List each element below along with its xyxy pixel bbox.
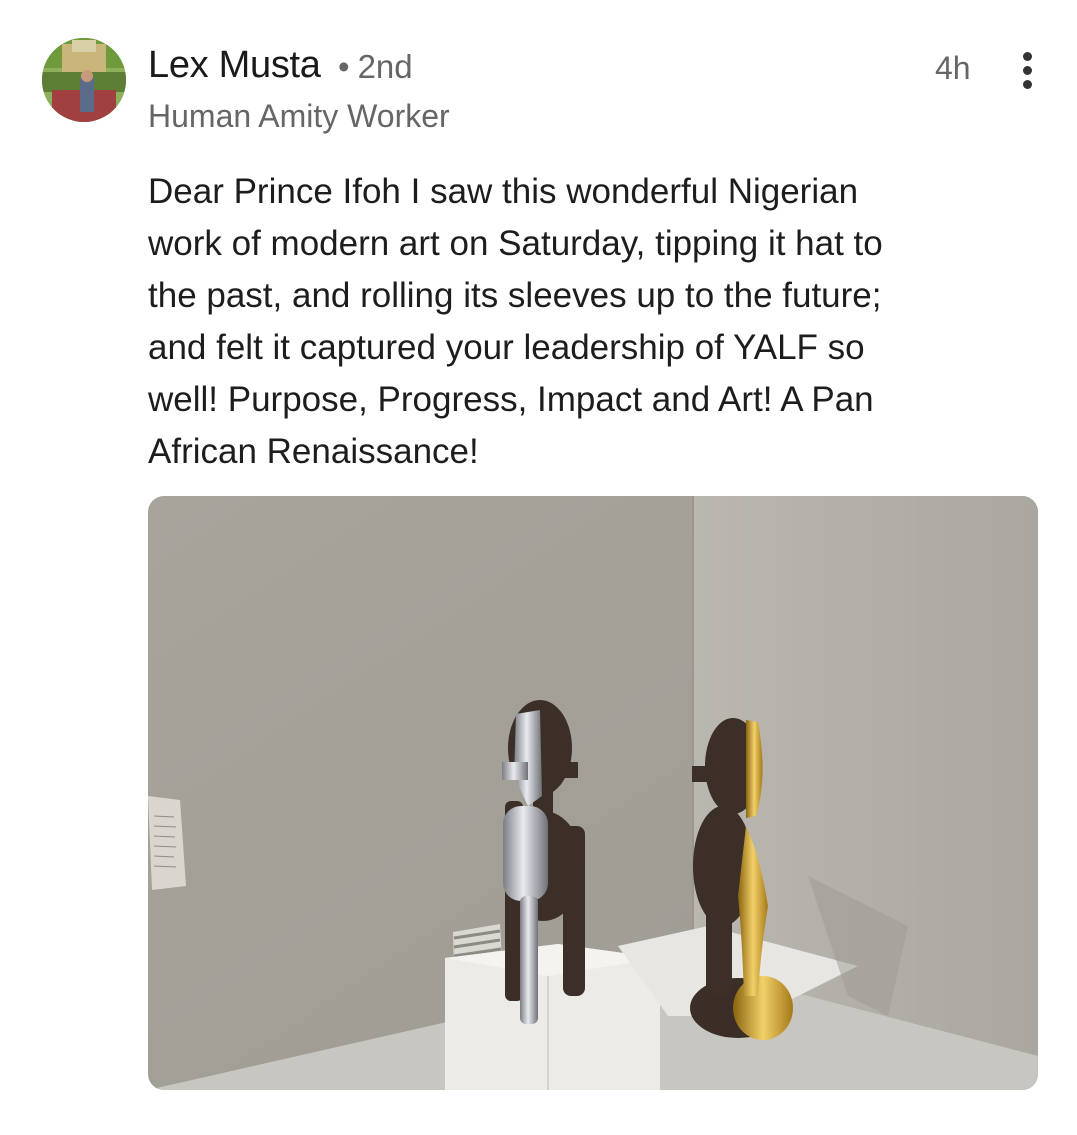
post-image[interactable] xyxy=(148,496,1038,1090)
post-text-line: the past, and rolling its sleeves up to … xyxy=(148,276,882,315)
vertical-ellipsis-icon[interactable] xyxy=(1008,46,1048,94)
post-text-line: Dear Prince Ifoh I saw this wonderful Ni… xyxy=(148,172,859,211)
author-name[interactable]: Lex Musta xyxy=(148,44,321,87)
post-text-line: and felt it captured your leadership of … xyxy=(148,328,865,367)
sculpture-photo xyxy=(148,496,1038,1090)
post-text-line: well! Purpose, Progress, Impact and Art!… xyxy=(148,380,874,419)
post-time: 4h xyxy=(935,50,971,86)
author-headline: Human Amity Worker xyxy=(148,98,450,134)
author-avatar[interactable] xyxy=(42,38,126,122)
connection-degree: • 2nd xyxy=(338,48,413,86)
post-text-line: African Renaissance! xyxy=(148,432,479,471)
degree-separator: • xyxy=(338,48,350,85)
post-text: Dear Prince Ifoh I saw this wonderful Ni… xyxy=(148,166,1038,478)
degree-label: 2nd xyxy=(357,48,413,85)
avatar-photo xyxy=(42,38,126,122)
post-text-line: work of modern art on Saturday, tipping … xyxy=(148,224,883,263)
feed-post: Lex Musta • 2nd Human Amity Worker 4h Dea… xyxy=(0,0,1077,1135)
